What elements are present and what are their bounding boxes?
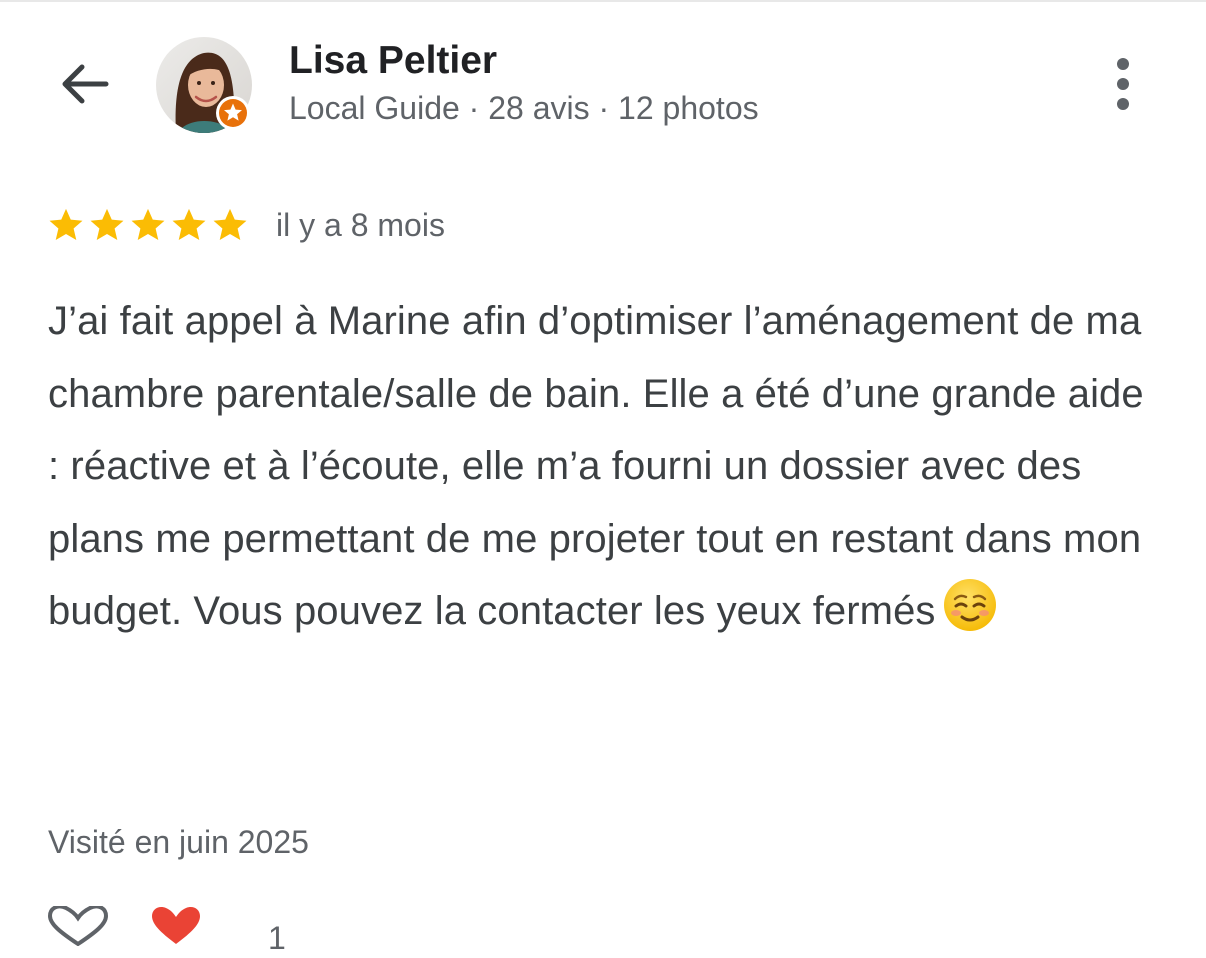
star-rating xyxy=(47,206,249,246)
smiling-face-emoji xyxy=(943,579,996,631)
reactions-row: 1 xyxy=(46,906,446,956)
star-icon xyxy=(90,208,124,241)
heart-outline-icon[interactable] xyxy=(46,906,110,946)
more-options-button[interactable] xyxy=(1097,54,1149,114)
reviewer-meta: Local Guide · 28 avis · 12 photos xyxy=(289,90,759,126)
top-divider xyxy=(0,0,1206,2)
review-time: il y a 8 mois xyxy=(276,207,445,243)
review-text: J’ai fait appel à Marine afin d’optimise… xyxy=(48,285,1158,648)
reaction-count: 1 xyxy=(268,920,286,956)
arrow-left-icon xyxy=(62,64,109,104)
local-guide-badge-icon xyxy=(216,96,250,130)
more-vert-icon xyxy=(1117,58,1129,70)
heart-filled-icon xyxy=(152,906,200,944)
star-icon xyxy=(213,208,247,241)
star-icon xyxy=(49,208,83,241)
star-icon xyxy=(131,208,165,241)
visited-date: Visité en juin 2025 xyxy=(48,824,309,860)
reviewer-name[interactable]: Lisa Peltier xyxy=(289,38,497,84)
star-icon xyxy=(172,208,206,241)
back-button[interactable] xyxy=(52,52,116,116)
